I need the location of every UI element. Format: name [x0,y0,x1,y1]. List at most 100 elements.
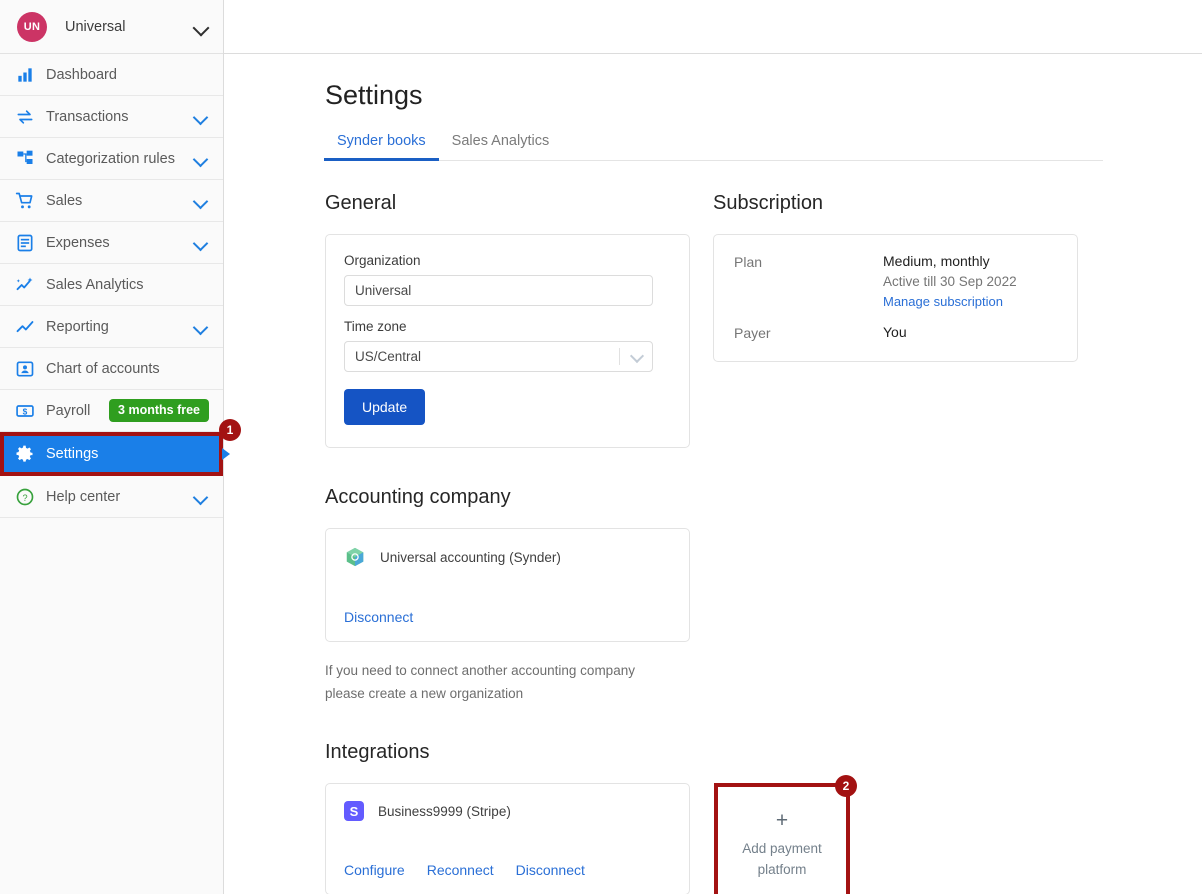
top-columns: General Organization Time zone Update [325,192,1202,448]
accounting-company-actions: Disconnect [344,609,671,625]
sidebar-item-label: Categorization rules [46,150,175,167]
chevron-down-icon[interactable] [193,19,209,35]
sidebar-item-reporting[interactable]: Reporting [0,306,223,348]
line-chart-icon [16,320,34,332]
org-switcher[interactable]: UN Universal [0,0,223,54]
page-content: Settings Synder books Sales Analytics Ge… [224,54,1202,894]
integration-header: S Business9999 (Stripe) [344,801,671,822]
sidebar-item-label: Expenses [46,234,110,251]
hierarchy-icon [14,148,36,170]
line-chart-icon [14,316,36,338]
update-button[interactable]: Update [344,389,426,425]
svg-text:?: ? [22,492,27,502]
sidebar-item-label: Dashboard [46,66,117,83]
sidebar-item-payroll[interactable]: $ Payroll 3 months free [0,390,223,432]
question-circle-icon: ? [16,488,34,505]
accounting-company-title: Accounting company [325,486,511,508]
sidebar-item-label: Transactions [46,108,129,125]
trend-sparkle-icon [14,274,36,296]
gear-icon [14,443,36,465]
reconnect-link[interactable]: Reconnect [427,862,494,878]
sidebar-item-dashboard[interactable]: Dashboard [0,54,223,96]
integration-name: Business9999 (Stripe) [378,803,511,819]
accounting-company-section: Accounting company Universal accounting … [325,486,1202,705]
sidebar-item-label: Sales Analytics [46,276,144,293]
sidebar-item-sales-analytics[interactable]: Sales Analytics [0,264,223,306]
subscription-title: Subscription [713,192,824,214]
add-payment-platform-button[interactable]: + Add payment platform 2 [714,775,857,894]
shopping-cart-icon [15,192,33,208]
sidebar-item-label: Reporting [46,318,109,335]
transfer-arrows-icon [14,106,36,128]
disconnect-link[interactable]: Disconnect [516,862,585,878]
sidebar-item-chart-of-accounts[interactable]: Chart of accounts [0,348,223,390]
timezone-input[interactable] [344,341,653,372]
document-lines-icon [14,232,36,254]
tab-sales-analytics[interactable]: Sales Analytics [439,133,563,160]
bar-chart-icon [18,67,32,82]
plus-icon: + [775,809,789,833]
select-divider [619,348,620,365]
sidebar-item-label: Sales [46,192,83,209]
chevron-down-icon[interactable] [193,151,209,167]
question-circle-icon: ? [14,486,36,508]
subscription-section: Subscription Plan Medium, monthly Active… [713,192,1078,448]
organization-label: Organization [344,253,421,268]
organization-input[interactable] [344,275,653,306]
chevron-down-icon[interactable] [193,235,209,251]
sidebar-item-expenses[interactable]: Expenses [0,222,223,264]
active-item-pointer [222,448,230,460]
transfer-arrows-icon [17,109,33,124]
accounting-company-name: Universal accounting (Synder) [380,549,561,565]
main-area: Settings Synder books Sales Analytics Ge… [224,0,1202,894]
general-title: General [325,192,397,214]
integration-card: S Business9999 (Stripe) Configure Reconn… [325,783,690,894]
add-label-line-1: Add payment [742,841,822,857]
chevron-down-icon[interactable] [193,109,209,125]
app-root: UN Universal Dashboard Transactions Catego… [0,0,1202,894]
account-card-icon [14,358,36,380]
sidebar-item-label: Help center [46,488,121,505]
chevron-down-icon[interactable] [193,193,209,209]
add-payment-platform-label: Add payment platform [742,839,822,881]
tab-synder-books[interactable]: Synder books [324,133,439,161]
integrations-section: Integrations S Business9999 (Stripe) Con… [325,741,1202,894]
svg-text:$: $ [23,406,28,416]
plan-row: Plan Medium, monthly Active till 30 Sep … [734,253,1057,311]
configure-link[interactable]: Configure [344,862,405,878]
accounting-company-card: Universal accounting (Synder) Disconnect [325,528,690,642]
sidebar-item-settings[interactable]: Settings [0,432,223,476]
chevron-down-icon[interactable] [193,319,209,335]
gear-icon [16,445,33,462]
add-label-line-2: platform [757,861,807,877]
payer-label: Payer [734,325,771,341]
accounting-company-hint: If you need to connect another accountin… [325,659,670,705]
payroll-promo-badge: 3 months free [109,399,209,422]
sidebar-item-categorization-rules[interactable]: Categorization rules [0,138,223,180]
sidebar-item-help-center[interactable]: ? Help center [0,476,223,518]
step-marker-1: 1 [219,419,241,441]
integrations-title: Integrations [325,741,430,764]
account-card-icon [16,361,34,376]
plan-label: Plan [734,254,763,270]
disconnect-accounting-link[interactable]: Disconnect [344,609,413,625]
general-card: Organization Time zone Update [325,234,690,448]
payer-value: You [883,324,907,340]
subscription-card: Plan Medium, monthly Active till 30 Sep … [713,234,1078,362]
page-title: Settings [325,80,423,110]
manage-subscription-link[interactable]: Manage subscription [883,294,1003,309]
chevron-down-icon[interactable] [193,489,209,505]
plan-value-group: Medium, monthly Active till 30 Sep 2022 … [883,253,1017,311]
plan-value: Medium, monthly [883,253,990,269]
timezone-select[interactable] [344,341,653,372]
sidebar-item-label: Payroll [46,402,91,419]
integration-actions: Configure Reconnect Disconnect [344,862,671,878]
hint-line-1: If you need to connect another accountin… [325,663,635,678]
sidebar: UN Universal Dashboard Transactions Catego… [0,0,241,894]
money-bill-icon: $ [14,400,36,422]
sidebar-item-transactions[interactable]: Transactions [0,96,223,138]
timezone-label: Time zone [344,319,407,334]
tab-bar: Synder books Sales Analytics [324,133,1103,161]
sidebar-item-sales[interactable]: Sales [0,180,223,222]
sidebar-item-label: Settings [46,446,99,462]
